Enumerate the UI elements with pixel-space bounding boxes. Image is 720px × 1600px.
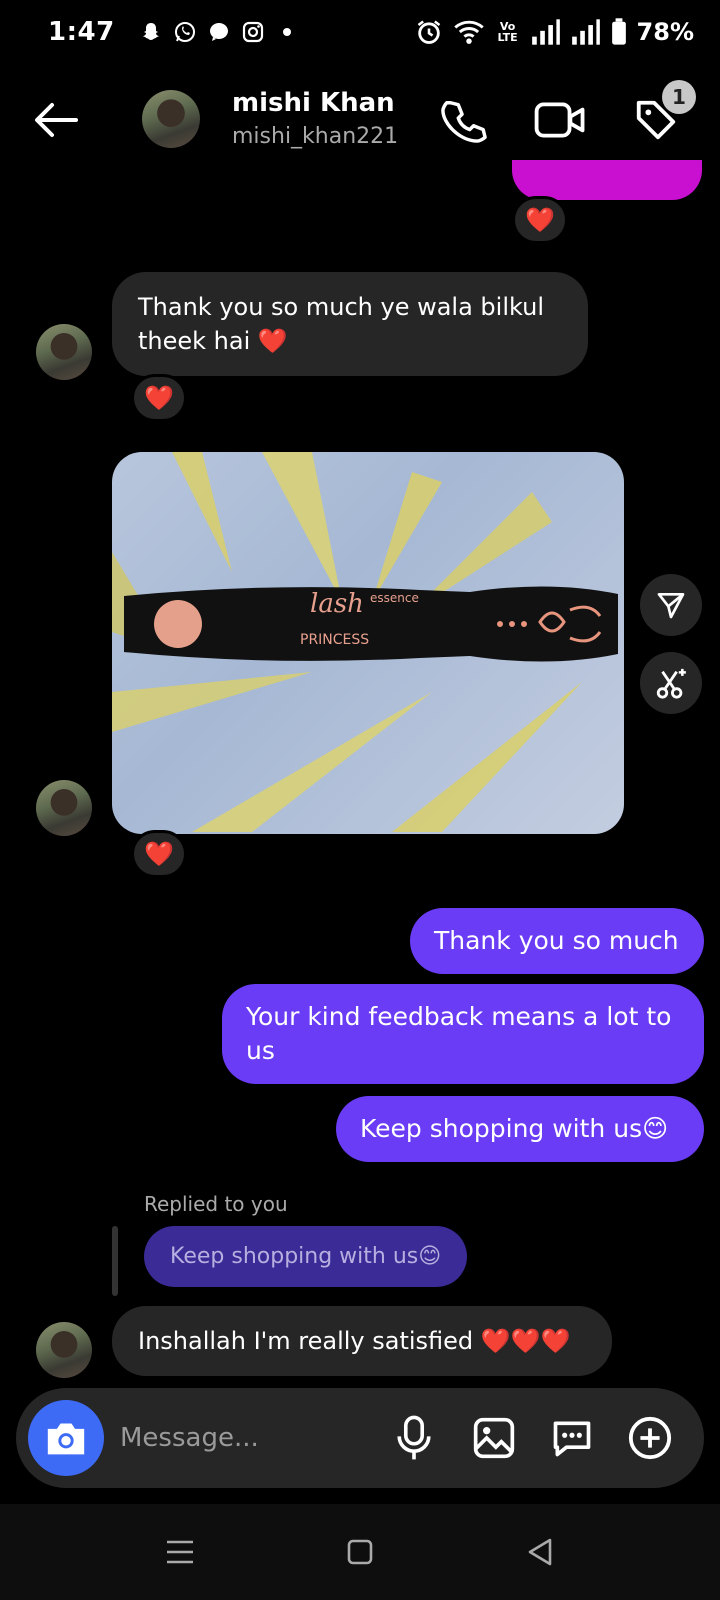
send-icon <box>657 593 685 619</box>
status-bar: 1:47 Vo LTE 78% <box>0 0 720 64</box>
outgoing-message[interactable]: Thank you so much <box>410 908 704 974</box>
voice-message-button[interactable] <box>388 1412 440 1464</box>
home-button[interactable] <box>338 1530 382 1574</box>
phone-icon <box>441 101 487 143</box>
cutout-button[interactable] <box>640 652 702 714</box>
mascara-product: lash PRINCESS essence <box>124 586 618 662</box>
more-notifications-dot-icon <box>282 28 291 36</box>
sender-avatar[interactable] <box>36 1322 92 1378</box>
square-icon <box>347 1539 373 1565</box>
triangle-back-icon <box>528 1538 552 1566</box>
system-navigation-bar <box>0 1504 720 1600</box>
previous-message-bubble[interactable] <box>512 160 702 200</box>
back-button[interactable] <box>28 92 84 148</box>
message-composer <box>16 1388 704 1488</box>
add-button[interactable] <box>624 1412 676 1464</box>
wifi-icon <box>453 20 484 44</box>
notification-badge: 1 <box>662 80 696 114</box>
brand-logo-text: lash <box>310 589 364 619</box>
svg-text:PRINCESS: PRINCESS <box>300 632 369 648</box>
message-input[interactable] <box>120 1418 380 1458</box>
menu-lines-icon <box>167 1540 193 1564</box>
camera-button[interactable] <box>28 1400 104 1476</box>
signal-strength-icon-1 <box>531 19 560 45</box>
chat-header: mishi Khan mishi_khan221 1 <box>0 72 720 172</box>
recent-apps-button[interactable] <box>158 1530 202 1574</box>
alarm-icon <box>417 20 440 44</box>
plus-circle-icon <box>628 1416 672 1460</box>
messenger-icon <box>209 23 228 41</box>
battery-icon <box>611 18 626 45</box>
outgoing-message[interactable]: Your kind feedback means a lot to us <box>222 984 704 1084</box>
microphone-icon <box>397 1415 431 1460</box>
battery-percent: 78% <box>636 18 694 46</box>
replied-to-label: Replied to you <box>144 1192 288 1216</box>
voice-call-button[interactable] <box>438 94 490 146</box>
video-call-button[interactable] <box>534 94 586 146</box>
volte-indicator: Vo LTE <box>497 20 518 44</box>
outgoing-message[interactable]: Keep shopping with us😊 <box>336 1096 704 1162</box>
system-back-button[interactable] <box>518 1530 562 1574</box>
reply-indicator-line <box>112 1226 118 1296</box>
chat-bubble-dots-icon <box>553 1421 591 1457</box>
gallery-button[interactable] <box>468 1412 520 1464</box>
incoming-message[interactable]: Inshallah I'm really satisfied ❤️❤️❤️ <box>112 1306 612 1376</box>
reaction-heart[interactable]: ❤️ <box>512 196 568 244</box>
signal-strength-icon-2 <box>571 19 600 45</box>
contact-avatar[interactable] <box>142 90 200 148</box>
reaction-heart[interactable]: ❤️ <box>131 830 187 878</box>
reply-quoted-message[interactable]: Keep shopping with us😊 <box>144 1226 468 1287</box>
contact-username[interactable]: mishi_khan221 <box>232 124 398 149</box>
snapchat-icon <box>142 23 159 40</box>
reaction-heart[interactable]: ❤️ <box>131 374 187 422</box>
camera-icon <box>47 1423 85 1455</box>
shared-photo[interactable]: lash PRINCESS essence <box>112 452 624 834</box>
scissors-sparkle-icon <box>656 668 686 699</box>
status-app-icons <box>139 20 299 44</box>
whatsapp-icon <box>174 22 195 42</box>
status-time: 1:47 <box>48 17 115 47</box>
sender-avatar[interactable] <box>36 324 92 380</box>
back-arrow-icon <box>35 103 78 137</box>
instagram-icon <box>242 21 263 43</box>
incoming-message[interactable]: Thank you so much ye wala bilkul theek h… <box>112 272 588 376</box>
sticker-button[interactable] <box>546 1412 598 1464</box>
image-icon <box>473 1417 515 1459</box>
status-indicators: Vo LTE 78% <box>415 18 694 46</box>
sender-avatar[interactable] <box>36 780 92 836</box>
video-camera-icon <box>534 102 585 138</box>
share-button[interactable] <box>640 574 702 636</box>
svg-text:essence: essence <box>370 591 419 605</box>
contact-name[interactable]: mishi Khan <box>232 88 395 118</box>
